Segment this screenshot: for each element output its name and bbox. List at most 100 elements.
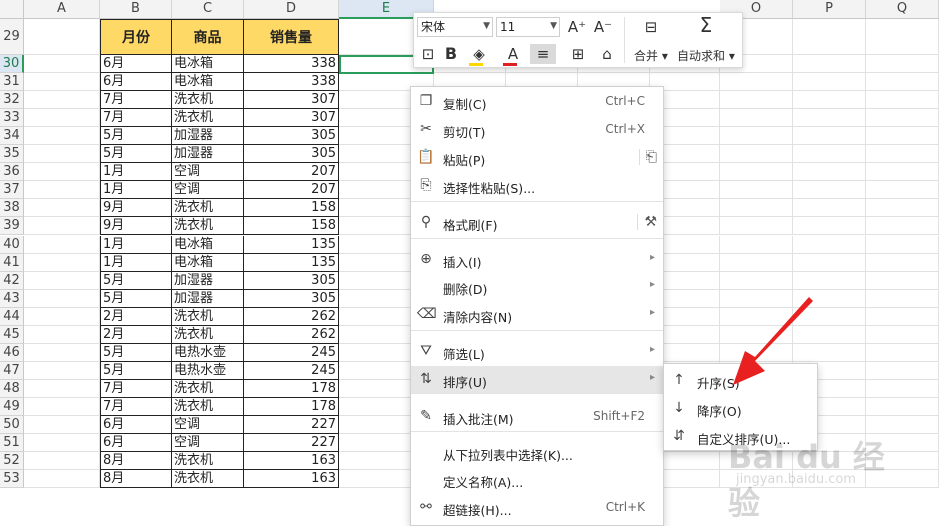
cell[interactable]	[866, 199, 939, 218]
row-header[interactable]: 33	[0, 109, 24, 128]
table-cell[interactable]: 6月	[100, 73, 172, 92]
table-cell[interactable]: 电热水壶	[172, 361, 244, 380]
column-header-p[interactable]: P	[793, 0, 866, 19]
table-cell[interactable]: 空调	[172, 181, 244, 200]
brush-options-icon[interactable]: ⚒	[637, 214, 657, 230]
row-header[interactable]: 44	[0, 307, 24, 326]
column-header-a[interactable]: A	[24, 0, 100, 19]
fill-color-button[interactable]: ◈	[466, 44, 492, 66]
cell[interactable]	[866, 145, 939, 164]
row-header[interactable]: 37	[0, 181, 24, 200]
cell[interactable]	[793, 217, 866, 236]
cell[interactable]	[24, 55, 100, 74]
cell[interactable]	[24, 271, 100, 290]
table-cell[interactable]: 洗衣机	[172, 109, 244, 128]
menu-item[interactable]: ⎘ 选择性粘贴(S)...	[411, 172, 663, 199]
row-header[interactable]: 50	[0, 416, 24, 435]
table-cell[interactable]: 158	[244, 217, 339, 236]
row-header[interactable]: 49	[0, 397, 24, 416]
cell[interactable]	[720, 73, 793, 92]
cell[interactable]	[24, 325, 100, 344]
table-cell[interactable]: 227	[244, 416, 339, 435]
cell[interactable]	[24, 109, 100, 128]
merge-button[interactable]: 合并 ▾	[634, 47, 668, 64]
cell[interactable]	[24, 181, 100, 200]
cell[interactable]	[866, 127, 939, 146]
menu-item[interactable]: 从下拉列表中选择(K)...	[411, 439, 663, 466]
cell[interactable]	[24, 73, 100, 92]
cell[interactable]	[24, 235, 100, 254]
table-cell[interactable]: 227	[244, 434, 339, 453]
row-header[interactable]: 39	[0, 217, 24, 236]
cell[interactable]	[793, 235, 866, 254]
table-cell[interactable]: 加湿器	[172, 127, 244, 146]
menu-item[interactable]: ⊕ 插入(I) ▸	[411, 246, 663, 273]
increase-font-button[interactable]: A⁺	[566, 17, 588, 37]
cell[interactable]	[793, 199, 866, 218]
table-header-cell[interactable]: 商品	[172, 19, 244, 55]
clear-format-button[interactable]: ⌂	[598, 44, 616, 64]
table-cell[interactable]: 5月	[100, 289, 172, 308]
autosum-button[interactable]: 自动求和 ▾	[677, 47, 735, 64]
cell[interactable]	[866, 181, 939, 200]
table-cell[interactable]: 305	[244, 289, 339, 308]
table-cell[interactable]: 6月	[100, 55, 172, 74]
cell[interactable]	[24, 91, 100, 110]
row-header[interactable]: 36	[0, 163, 24, 182]
cell[interactable]	[793, 109, 866, 128]
font-size-select[interactable]: 11 ▼	[496, 17, 560, 37]
cell[interactable]	[866, 271, 939, 290]
row-header[interactable]: 47	[0, 361, 24, 380]
table-cell[interactable]: 洗衣机	[172, 91, 244, 110]
cell[interactable]	[793, 73, 866, 92]
row-header[interactable]: 32	[0, 91, 24, 110]
table-cell[interactable]: 245	[244, 361, 339, 380]
cell[interactable]	[793, 163, 866, 182]
menu-item[interactable]: ⚯ 超链接(H)... Ctrl+K	[411, 494, 663, 521]
cell[interactable]	[866, 361, 939, 380]
row-header[interactable]: 35	[0, 145, 24, 164]
cell[interactable]	[24, 361, 100, 380]
table-cell[interactable]: 207	[244, 181, 339, 200]
table-cell[interactable]: 307	[244, 109, 339, 128]
menu-item[interactable]: 删除(D) ▸	[411, 273, 663, 300]
cell[interactable]	[720, 181, 793, 200]
cell[interactable]	[24, 343, 100, 362]
cell[interactable]	[866, 307, 939, 326]
table-cell[interactable]: 8月	[100, 470, 172, 489]
menu-item[interactable]: ✎ 插入批注(M) Shift+F2	[411, 403, 663, 430]
cell[interactable]	[793, 145, 866, 164]
row-header[interactable]: 53	[0, 470, 24, 489]
cell[interactable]	[24, 434, 100, 453]
bold-button[interactable]: B	[442, 44, 460, 64]
table-cell[interactable]: 1月	[100, 163, 172, 182]
table-cell[interactable]: 7月	[100, 397, 172, 416]
table-cell[interactable]: 洗衣机	[172, 452, 244, 471]
table-cell[interactable]: 洗衣机	[172, 397, 244, 416]
cell[interactable]	[720, 271, 793, 290]
table-cell[interactable]: 空调	[172, 163, 244, 182]
cell[interactable]	[24, 217, 100, 236]
table-cell[interactable]: 305	[244, 271, 339, 290]
table-cell[interactable]: 245	[244, 343, 339, 362]
cell[interactable]	[24, 397, 100, 416]
cell[interactable]	[24, 452, 100, 471]
row-header[interactable]: 43	[0, 289, 24, 308]
cell[interactable]	[720, 253, 793, 272]
table-cell[interactable]: 电冰箱	[172, 55, 244, 74]
table-cell[interactable]: 2月	[100, 307, 172, 326]
cell[interactable]	[24, 253, 100, 272]
cell[interactable]	[24, 289, 100, 308]
cell[interactable]	[720, 91, 793, 110]
cell[interactable]	[866, 253, 939, 272]
cell[interactable]	[866, 19, 939, 55]
row-header[interactable]: 38	[0, 199, 24, 218]
cell[interactable]	[793, 127, 866, 146]
table-cell[interactable]: 307	[244, 91, 339, 110]
table-cell[interactable]: 135	[244, 235, 339, 254]
table-cell[interactable]: 加湿器	[172, 271, 244, 290]
menu-item[interactable]: ⌫ 清除内容(N) ▸	[411, 301, 663, 328]
table-cell[interactable]: 洗衣机	[172, 307, 244, 326]
row-header[interactable]: 30	[0, 55, 24, 74]
cell[interactable]	[720, 235, 793, 254]
